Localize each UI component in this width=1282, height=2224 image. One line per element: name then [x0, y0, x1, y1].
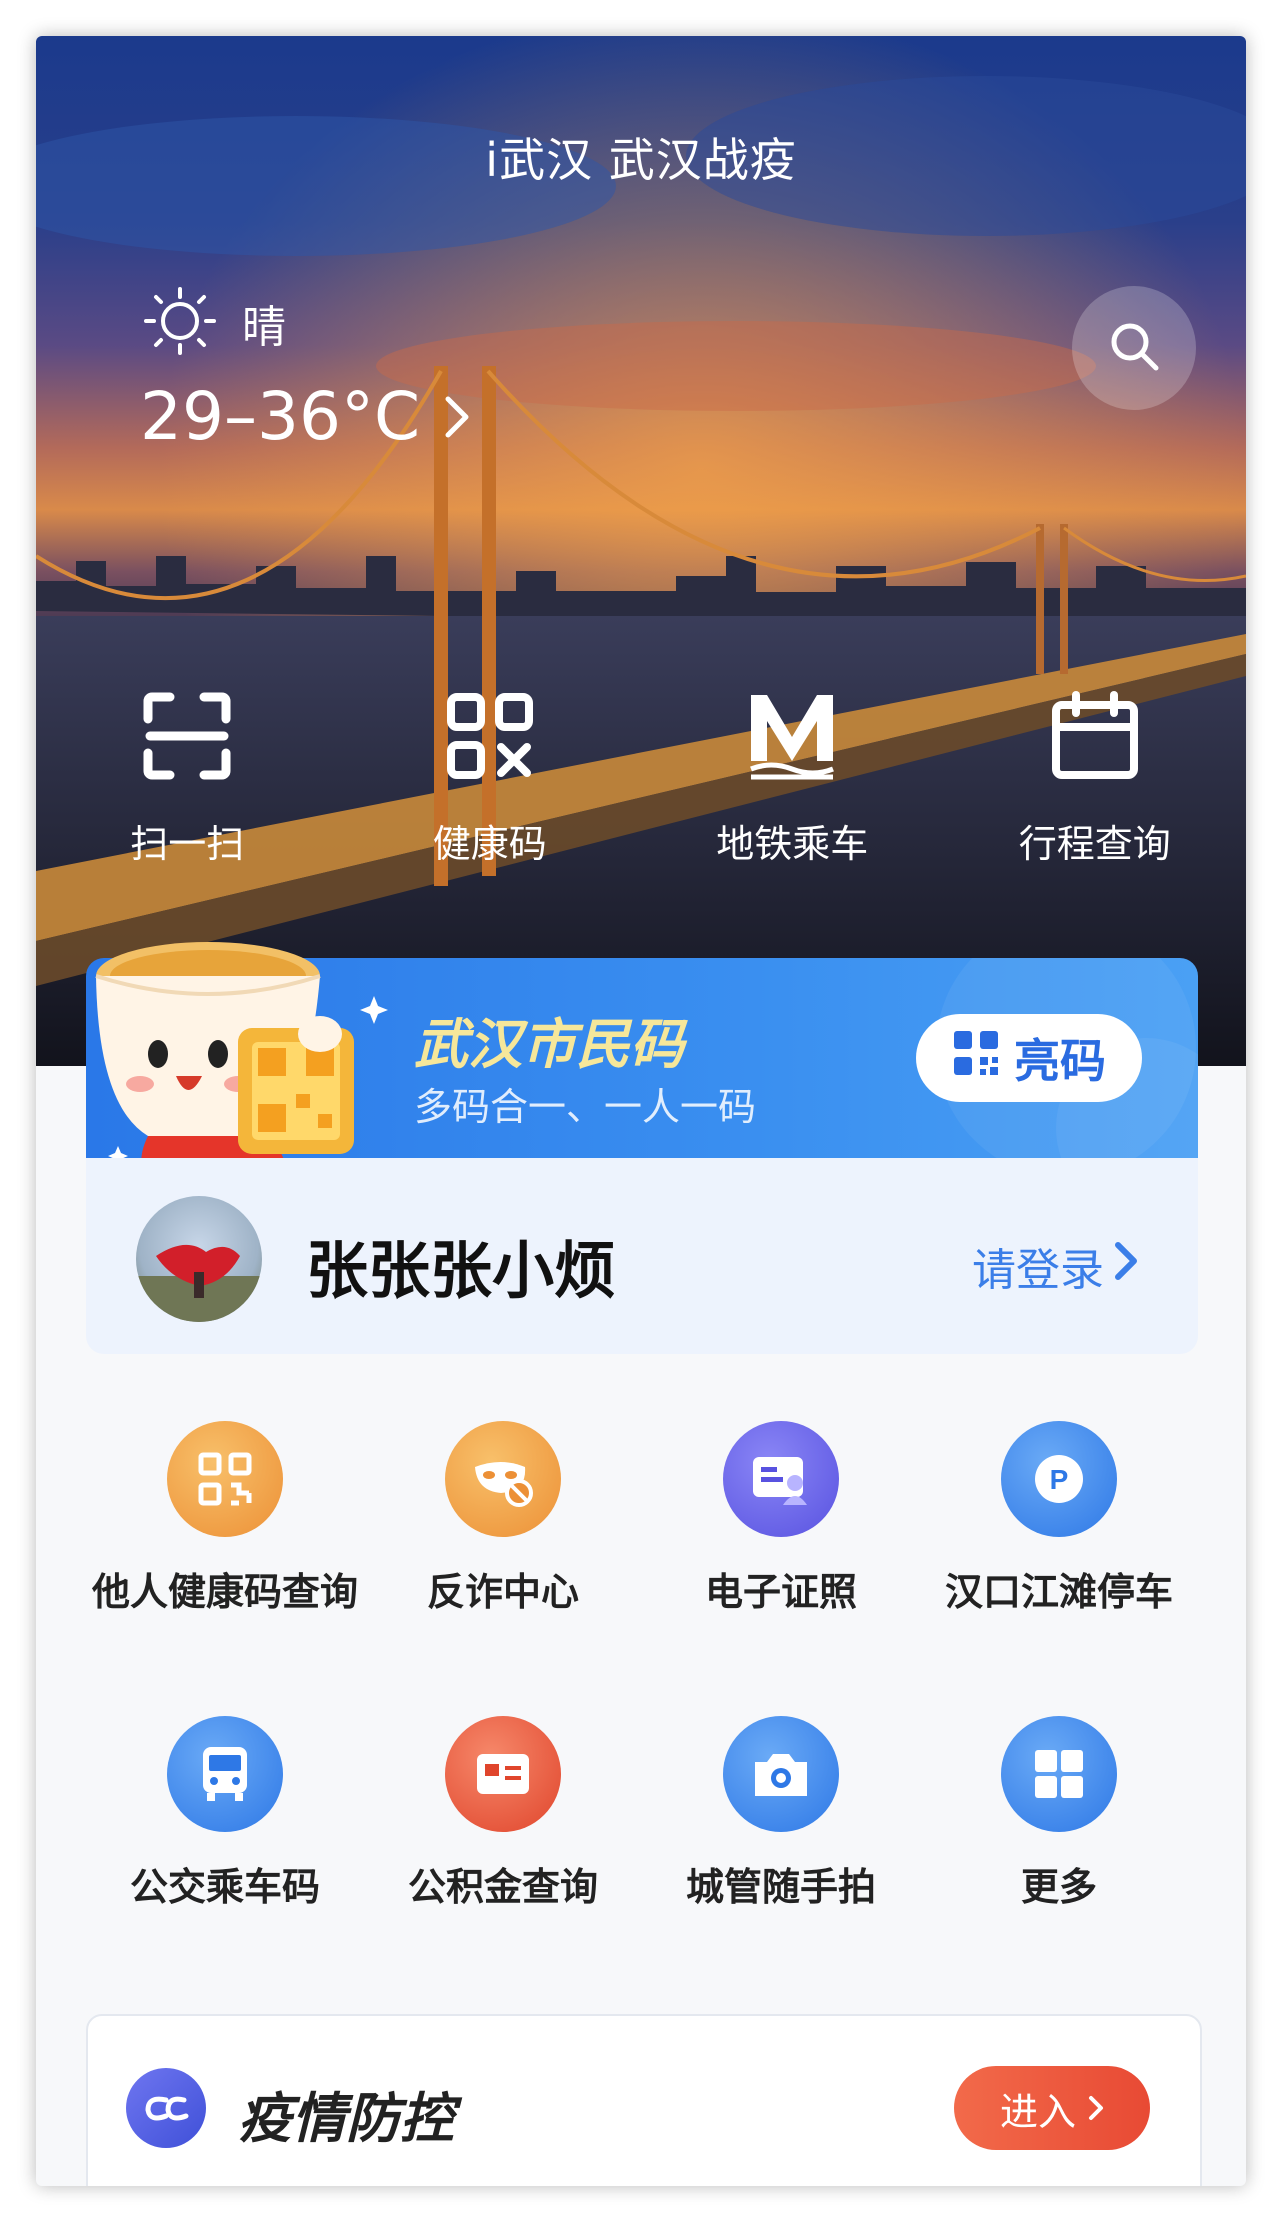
service-e-license[interactable]: 电子证照 — [642, 1421, 920, 1616]
epidemic-card[interactable]: 疫情防控 进入 — [86, 2014, 1202, 2186]
metro-icon — [747, 691, 837, 785]
service-label: 反诈中心 — [426, 1570, 579, 1614]
service-anti-fraud[interactable]: 反诈中心 — [364, 1421, 642, 1616]
calendar-icon — [1050, 691, 1140, 785]
epidemic-title: 疫情防控 — [238, 2087, 454, 2150]
hero-banner: i武汉 武汉战疫 晴 29–36°C 扫一扫 健康码 地铁乘车 行程查询 — [36, 36, 1246, 1066]
service-city-snapshot[interactable]: 城管随手拍 — [642, 1716, 920, 1911]
service-others-health-code[interactable]: 他人健康码查询 — [86, 1421, 364, 1616]
show-code-button[interactable]: 亮码 — [916, 1014, 1142, 1102]
wuhan-logo-icon — [126, 2068, 206, 2148]
id-card-icon — [723, 1421, 839, 1537]
service-grid: 他人健康码查询 反诈中心 电子证照 P 汉口江滩停车 公交乘车码 公积金查询 城… — [86, 1421, 1198, 2011]
app-screen: i武汉 武汉战疫 晴 29–36°C 扫一扫 健康码 地铁乘车 行程查询 武汉市… — [36, 36, 1246, 2186]
quick-action-label: 地铁乘车 — [716, 822, 869, 866]
login-link[interactable]: 请登录 — [972, 1234, 1138, 1298]
weather-temperature: 29–36°C — [140, 378, 421, 455]
mascot-illustration — [95, 942, 388, 1196]
enter-label: 进入 — [999, 2089, 1076, 2134]
scan-icon — [142, 691, 232, 785]
service-bus-code[interactable]: 公交乘车码 — [86, 1716, 364, 1911]
quick-actions: 扫一扫 健康码 地铁乘车 行程查询 — [36, 691, 1246, 868]
chevron-right-icon — [1088, 2086, 1104, 2130]
quick-action-label: 扫一扫 — [130, 822, 245, 866]
qr-code-icon — [445, 691, 535, 785]
service-label: 公积金查询 — [407, 1865, 598, 1909]
service-label: 城管随手拍 — [685, 1865, 876, 1909]
enter-button[interactable]: 进入 — [954, 2066, 1150, 2150]
service-label: 电子证照 — [704, 1570, 857, 1614]
service-hankou-parking[interactable]: P 汉口江滩停车 — [920, 1421, 1198, 1616]
service-more[interactable]: 更多 — [920, 1716, 1198, 1911]
quick-action-label: 行程查询 — [1018, 822, 1171, 866]
app-title: i武汉 武汉战疫 — [485, 133, 797, 187]
camera-icon — [723, 1716, 839, 1832]
weather-widget[interactable]: 晴 29–36°C — [140, 286, 470, 455]
quick-action-metro[interactable]: 地铁乘车 — [641, 691, 944, 868]
search-icon — [1106, 318, 1162, 378]
service-label: 公交乘车码 — [129, 1865, 320, 1909]
chevron-right-icon — [1114, 1241, 1138, 1292]
grid-icon — [1001, 1716, 1117, 1832]
qr-query-icon — [167, 1421, 283, 1537]
weather-condition: 晴 — [242, 302, 286, 353]
avatar — [136, 1196, 262, 1322]
fund-card-icon — [445, 1716, 561, 1832]
citizen-code-title: 武汉市民码 — [414, 1013, 684, 1076]
quick-action-health-code[interactable]: 健康码 — [339, 691, 642, 868]
sun-icon — [140, 286, 220, 360]
citizen-code-subtitle: 多码合一、一人一码 — [414, 1085, 757, 1129]
service-label: 他人健康码查询 — [91, 1570, 358, 1614]
show-code-label: 亮码 — [1014, 1034, 1106, 1088]
login-label: 请登录 — [972, 1245, 1104, 1296]
chevron-right-icon — [444, 378, 470, 455]
search-button[interactable] — [1072, 286, 1196, 410]
user-login-row[interactable]: 张张张小烦 请登录 — [86, 1158, 1198, 1354]
service-label: 更多 — [1020, 1865, 1097, 1909]
service-provident-fund[interactable]: 公积金查询 — [364, 1716, 642, 1911]
user-name: 张张张小烦 — [306, 1234, 617, 1307]
service-label: 汉口江滩停车 — [944, 1570, 1173, 1614]
quick-action-label: 健康码 — [432, 822, 547, 866]
quick-action-scan[interactable]: 扫一扫 — [36, 691, 339, 868]
quick-action-itinerary[interactable]: 行程查询 — [944, 691, 1247, 868]
mask-icon — [445, 1421, 561, 1537]
bridge-scene-image — [36, 36, 1246, 1066]
qr-code-icon — [952, 1029, 1000, 1088]
parking-icon: P — [1001, 1421, 1117, 1537]
bus-icon — [167, 1716, 283, 1832]
svg-text:P: P — [1050, 1464, 1069, 1495]
